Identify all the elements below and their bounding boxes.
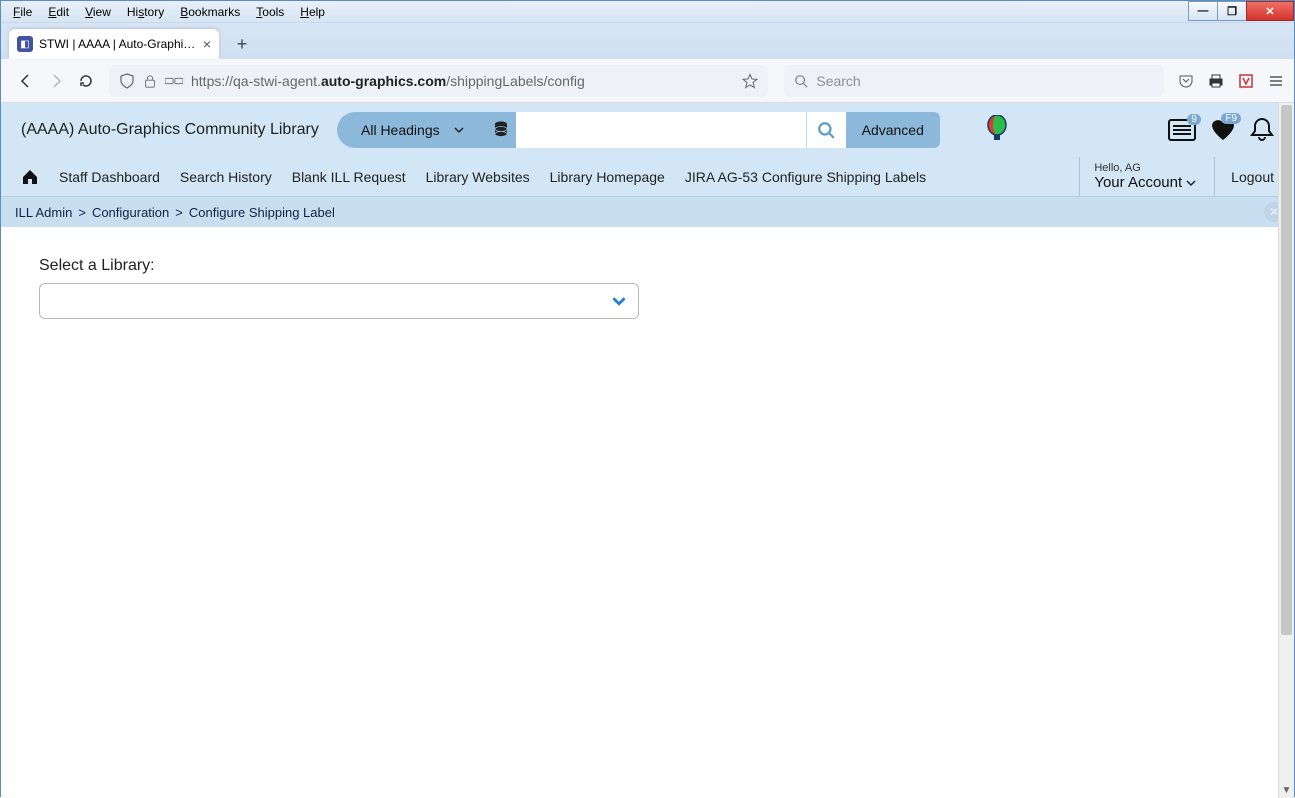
- nav-library-homepage[interactable]: Library Homepage: [550, 169, 665, 185]
- page-viewport: (AAAA) Auto-Graphics Community Library A…: [1, 103, 1294, 798]
- pocket-icon[interactable]: [1178, 73, 1194, 89]
- list-badge: 9: [1187, 114, 1201, 125]
- lock-icon: [143, 74, 157, 88]
- breadcrumb-configuration[interactable]: Configuration: [92, 205, 169, 220]
- browser-search-box[interactable]: Search: [784, 65, 1164, 97]
- catalog-search-button[interactable]: [806, 112, 846, 148]
- catalog-search-group: All Headings Advanced: [337, 112, 940, 148]
- tab-close-icon[interactable]: ×: [203, 36, 211, 52]
- nav-search-history[interactable]: Search History: [180, 169, 272, 185]
- your-account-label: Your Account: [1094, 174, 1196, 191]
- menu-history[interactable]: History: [119, 3, 172, 21]
- headings-dropdown[interactable]: All Headings: [337, 112, 486, 148]
- window-controls: — ❐ ✕: [1189, 1, 1294, 21]
- home-icon[interactable]: [21, 169, 39, 185]
- nav-row: Staff Dashboard Search History Blank ILL…: [1, 157, 1294, 197]
- headings-label: All Headings: [361, 122, 440, 138]
- breadcrumb-illadmin[interactable]: ILL Admin: [15, 205, 72, 220]
- menu-bookmarks[interactable]: Bookmarks: [172, 3, 248, 21]
- print-icon[interactable]: [1208, 73, 1224, 89]
- minimize-button[interactable]: —: [1188, 1, 1218, 21]
- chevron-down-icon: [454, 125, 464, 135]
- browser-menu-bar: File Edit View History Bookmarks Tools H…: [1, 1, 1294, 23]
- nav-staff-dashboard[interactable]: Staff Dashboard: [59, 169, 160, 185]
- main-content: Select a Library:: [1, 227, 1294, 349]
- search-icon: [817, 121, 835, 139]
- library-name: (AAAA) Auto-Graphics Community Library: [21, 120, 321, 140]
- tab-favicon: ◧: [17, 36, 33, 52]
- search-icon: [794, 74, 808, 88]
- list-icon-wrap[interactable]: 9: [1168, 119, 1196, 141]
- bell-icon: [1250, 117, 1274, 143]
- library-select[interactable]: [39, 283, 639, 319]
- bookmark-star-icon[interactable]: [742, 73, 758, 89]
- new-tab-button[interactable]: +: [227, 29, 257, 59]
- toolbar-right: [1178, 73, 1284, 89]
- balloon-icon[interactable]: [986, 115, 1008, 145]
- logout-link[interactable]: Logout: [1214, 157, 1274, 196]
- favorites-badge: F9: [1221, 113, 1241, 124]
- header-icons: 9 F9: [1168, 117, 1274, 143]
- browser-tab[interactable]: ◧ STWI | AAAA | Auto-Graphics In ×: [9, 29, 219, 59]
- menu-tools[interactable]: Tools: [248, 3, 292, 21]
- favorites-icon-wrap[interactable]: F9: [1210, 118, 1236, 142]
- nav-jira-link[interactable]: JIRA AG-53 Configure Shipping Labels: [685, 169, 926, 185]
- breadcrumb-sep: >: [78, 205, 86, 220]
- breadcrumb-sep: >: [175, 205, 183, 220]
- menu-edit[interactable]: Edit: [40, 3, 77, 21]
- forward-button[interactable]: [41, 66, 71, 96]
- shield-icon: [119, 73, 135, 89]
- nav-blank-ill[interactable]: Blank ILL Request: [292, 169, 406, 185]
- account-area: Hello, AG Your Account Logout: [1079, 157, 1274, 196]
- breadcrumb-bar: ILL Admin > Configuration > Configure Sh…: [1, 197, 1294, 227]
- menu-view[interactable]: View: [77, 3, 119, 21]
- search-placeholder: Search: [816, 73, 860, 89]
- extension-icon[interactable]: [1238, 73, 1254, 89]
- account-dropdown[interactable]: Hello, AG Your Account: [1079, 157, 1196, 196]
- hamburger-menu-icon[interactable]: [1268, 73, 1284, 89]
- hello-text: Hello, AG: [1094, 162, 1196, 174]
- url-bar: https://qa-stwi-agent.auto-graphics.com/…: [1, 59, 1294, 103]
- url-text: https://qa-stwi-agent.auto-graphics.com/…: [191, 73, 734, 89]
- database-icon[interactable]: [486, 112, 516, 148]
- vertical-scrollbar[interactable]: ▲ ▼: [1278, 103, 1294, 798]
- permissions-icon: [165, 74, 183, 88]
- menu-file[interactable]: File: [5, 3, 40, 21]
- catalog-search-input[interactable]: [516, 112, 806, 148]
- chevron-down-icon: [1186, 178, 1196, 188]
- nav-library-websites[interactable]: Library Websites: [426, 169, 530, 185]
- chevron-down-icon: [612, 294, 626, 308]
- address-bar[interactable]: https://qa-stwi-agent.auto-graphics.com/…: [109, 65, 768, 97]
- tab-strip: ◧ STWI | AAAA | Auto-Graphics In × +: [1, 23, 1294, 59]
- window-close-button[interactable]: ✕: [1246, 1, 1294, 21]
- notifications-icon[interactable]: [1250, 117, 1274, 143]
- back-button[interactable]: [11, 66, 41, 96]
- breadcrumb-current: Configure Shipping Label: [189, 205, 335, 220]
- advanced-search-button[interactable]: Advanced: [846, 112, 940, 148]
- select-library-label: Select a Library:: [39, 257, 1256, 275]
- scrollbar-thumb[interactable]: [1281, 105, 1292, 635]
- menu-help[interactable]: Help: [292, 3, 333, 21]
- app-header: (AAAA) Auto-Graphics Community Library A…: [1, 103, 1294, 157]
- maximize-button[interactable]: ❐: [1217, 1, 1247, 21]
- reload-button[interactable]: [71, 66, 101, 96]
- tab-title: STWI | AAAA | Auto-Graphics In: [39, 37, 197, 51]
- scroll-down-arrow[interactable]: ▼: [1279, 782, 1294, 798]
